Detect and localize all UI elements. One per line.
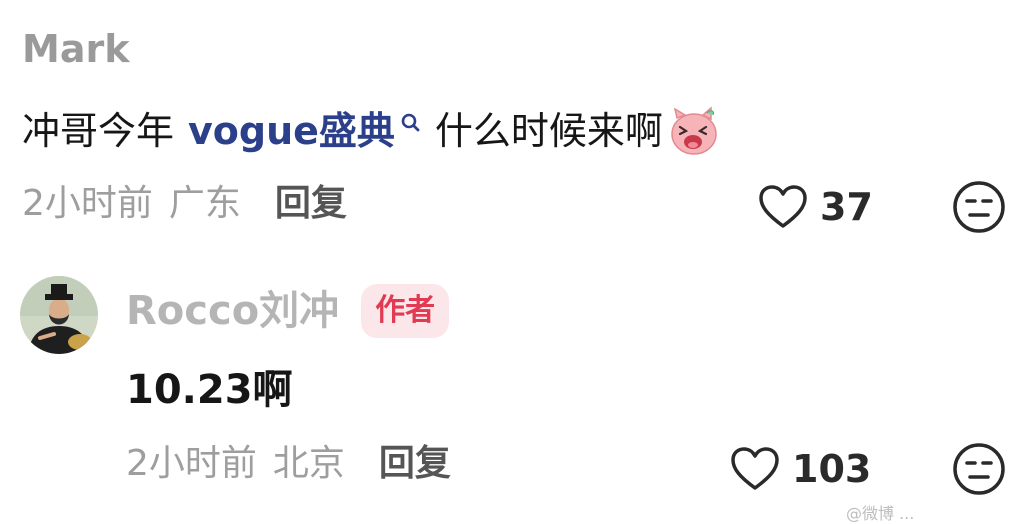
comment-text-after: 什么时候来啊: [434, 109, 663, 153]
comment-time: 2小时前: [22, 183, 153, 224]
heart-outline-icon: [731, 447, 779, 490]
expressionless-face-icon: [953, 181, 1005, 233]
reply-username[interactable]: Rocco刘冲: [126, 291, 339, 331]
comment-like-count: 37: [820, 185, 873, 229]
heart-outline-icon: [759, 185, 807, 228]
comment-text: 冲哥今年 vogue盛典 什么时候来啊: [22, 104, 719, 158]
comment-username[interactable]: Mark: [22, 30, 129, 68]
comment-dislike-button[interactable]: [952, 180, 1006, 234]
reply-time: 2小时前: [126, 443, 257, 484]
comment-like-button[interactable]: 37: [758, 184, 873, 230]
reply-like-button[interactable]: 103: [730, 446, 871, 492]
search-small-icon[interactable]: [401, 106, 421, 132]
reply-header: Rocco刘冲 作者: [126, 284, 450, 338]
reply-like-count: 103: [792, 447, 872, 491]
comment-reply-button[interactable]: 回复: [275, 186, 347, 222]
topic-link[interactable]: vogue盛典: [188, 112, 395, 150]
comment-meta: 2小时前 广东 回复: [22, 186, 347, 222]
reply-meta: 2小时前 北京 回复: [126, 446, 451, 482]
reply-avatar[interactable]: [20, 276, 98, 354]
reply-dislike-button[interactable]: [952, 442, 1006, 496]
watermark: @微博 ...: [846, 504, 915, 523]
comment-text-before: 冲哥今年: [22, 109, 175, 153]
author-badge: 作者: [361, 284, 450, 338]
reply-location: 北京: [272, 443, 345, 484]
laughing-pig-emoji-icon: [667, 105, 719, 157]
reply-text: 10.23啊: [126, 367, 293, 413]
reply-reply-button[interactable]: 回复: [379, 446, 451, 482]
expressionless-face-icon: [953, 443, 1005, 495]
comment-location: 广东: [168, 183, 241, 224]
